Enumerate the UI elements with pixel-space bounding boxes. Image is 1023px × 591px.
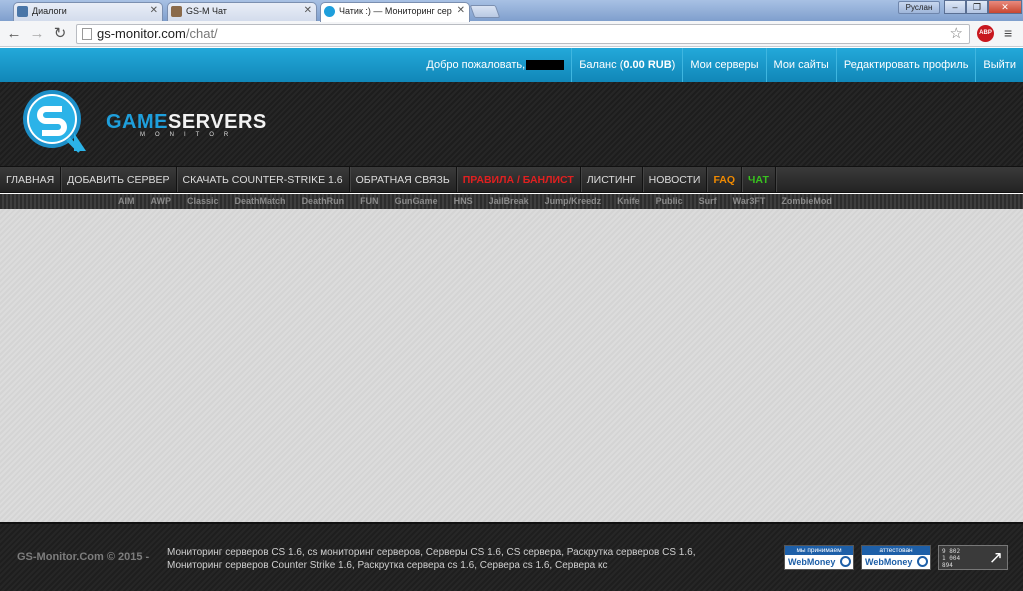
arrow-up-right-icon: ↗ [988, 548, 1003, 567]
counter-value: 9 802 [942, 548, 961, 555]
nav-item[interactable]: ДОБАВИТЬ СЕРВЕР [61, 167, 177, 192]
webmoney-attested-badge[interactable]: аттестован WebMoney [861, 545, 931, 570]
my-sites-link[interactable]: Мои сайты [765, 48, 836, 82]
balance-link[interactable]: Баланс (0.00 RUB) [571, 48, 682, 82]
tab-gsm-chat[interactable]: GS-M Чат ✕ [167, 2, 317, 21]
url-path: /chat/ [185, 26, 218, 41]
category-item[interactable]: HNS [446, 194, 481, 209]
category-item[interactable]: Public [648, 194, 691, 209]
maximize-button[interactable]: ❐ [966, 0, 988, 14]
brand-part-servers: SERVERS [168, 111, 267, 133]
nav-item[interactable]: ГЛАВНАЯ [0, 167, 62, 192]
liveinternet-counter[interactable]: 9 802 1 004 894 ↗ [938, 545, 1008, 570]
nav-item[interactable]: ЧАТ [742, 167, 776, 192]
category-item[interactable]: GunGame [387, 194, 446, 209]
webmoney-globe-icon [840, 556, 851, 567]
nav-item[interactable]: СКАЧАТЬ COUNTER-STRIKE 1.6 [177, 167, 350, 192]
url-host: gs-monitor.com [97, 26, 186, 41]
profile-user-badge[interactable]: Руслан [898, 1, 940, 14]
category-item[interactable]: War3FT [725, 194, 774, 209]
close-icon[interactable]: ✕ [150, 5, 158, 16]
close-icon[interactable]: ✕ [457, 5, 465, 16]
bookmark-star-icon[interactable]: ☆ [950, 25, 963, 43]
redacted-username [526, 60, 565, 71]
site-footer: GS-Monitor.Com © 2015 - Мониторинг серве… [0, 522, 1023, 591]
brand-subtitle: MONITOR [140, 132, 239, 138]
back-icon[interactable]: ← [5, 25, 23, 43]
webmoney-accept-badge[interactable]: мы принимаем WebMoney [784, 545, 854, 570]
tab-dialogs[interactable]: Диалоги ✕ [13, 2, 163, 21]
category-item[interactable]: DeathMatch [227, 194, 294, 209]
category-item[interactable]: Surf [691, 194, 725, 209]
webmoney-globe-icon [917, 556, 928, 567]
tab-title: GS-M Чат [186, 6, 227, 16]
footer-line-2: Мониторинг серверов Counter Strike 1.6, … [167, 560, 608, 571]
badge-top: аттестован [862, 546, 930, 555]
site-header: GAMESERVERS MONITOR [0, 82, 1023, 166]
minimize-button[interactable]: – [944, 0, 966, 14]
copyright-text: GS-Monitor.Com © 2015 - [17, 551, 150, 563]
category-item[interactable]: AIM [110, 194, 143, 209]
browser-tab-strip: Диалоги ✕ GS-M Чат ✕ Чатик :) — Монитори… [0, 0, 1023, 22]
category-item[interactable]: Knife [609, 194, 648, 209]
balance-label: Баланс ( [579, 59, 624, 71]
tab-title: Чатик :) — Мониторинг сер [339, 6, 452, 16]
new-tab-button[interactable] [469, 5, 501, 18]
vk-icon [17, 6, 28, 17]
brand-part-game: GAME [106, 111, 168, 133]
chat-content-area [0, 209, 1023, 522]
balance-end: ) [671, 59, 676, 71]
browser-toolbar: ← → ↻ gs-monitor.com/chat/ ☆ ABP ≡ [0, 21, 1023, 47]
reload-icon[interactable]: ↻ [51, 25, 69, 43]
category-item[interactable]: ZombieMod [773, 194, 840, 209]
close-window-button[interactable]: ✕ [988, 0, 1022, 14]
close-icon[interactable]: ✕ [304, 5, 312, 16]
main-navigation: ГЛАВНАЯ ДОБАВИТЬ СЕРВЕР СКАЧАТЬ COUNTER-ST… [0, 166, 1023, 193]
address-bar[interactable]: gs-monitor.com/chat/ ☆ [76, 24, 970, 44]
gs-monitor-icon [324, 6, 335, 17]
badge-top: мы принимаем [785, 546, 853, 555]
category-item[interactable]: FUN [352, 194, 387, 209]
nav-item[interactable]: FAQ [707, 167, 743, 192]
page-icon [82, 28, 92, 40]
avatar-icon [171, 6, 182, 17]
edit-profile-link[interactable]: Редактировать профиль [835, 48, 976, 82]
counter-value: 1 004 [942, 555, 961, 562]
nav-item[interactable]: ЛИСТИНГ [581, 167, 643, 192]
tab-title: Диалоги [32, 6, 67, 16]
category-item[interactable]: AWP [143, 194, 180, 209]
footer-seo-text: Мониторинг серверов CS 1.6, cs мониторин… [167, 546, 695, 572]
hamburger-menu-icon[interactable]: ≡ [1004, 25, 1012, 41]
logout-link[interactable]: Выйти [975, 48, 1023, 82]
balance-value: 0.00 RUB [623, 59, 672, 71]
my-servers-link[interactable]: Мои серверы [682, 48, 765, 82]
forward-icon[interactable]: → [28, 25, 46, 43]
adblock-plus-icon[interactable]: ABP [977, 25, 994, 42]
category-item[interactable]: JailBreak [481, 194, 537, 209]
counter-value: 894 [942, 562, 953, 569]
welcome-link[interactable]: Добро пожаловать, [419, 48, 571, 82]
category-item[interactable]: Jump/Kreedz [537, 194, 610, 209]
category-navigation: AIM AWP Classic DeathMatch DeathRun FUN GunGam… [0, 194, 1023, 209]
site-top-bar: Добро пожаловать, Баланс (0.00 RUB) Мои … [0, 48, 1023, 82]
nav-item[interactable]: НОВОСТИ [643, 167, 708, 192]
nav-item[interactable]: ПРАВИЛА / БАНЛИСТ [457, 167, 581, 192]
tab-chat-active[interactable]: Чатик :) — Мониторинг сер ✕ [320, 2, 470, 22]
category-item[interactable]: Classic [179, 194, 227, 209]
category-item[interactable]: DeathRun [294, 194, 353, 209]
gameservers-logo-icon[interactable] [22, 89, 88, 155]
footer-line-1: Мониторинг серверов CS 1.6, cs мониторин… [167, 547, 696, 558]
brand-name[interactable]: GAMESERVERS [106, 111, 267, 134]
welcome-text: Добро пожаловать, [426, 59, 526, 71]
nav-item[interactable]: ОБРАТНАЯ СВЯЗЬ [350, 167, 457, 192]
